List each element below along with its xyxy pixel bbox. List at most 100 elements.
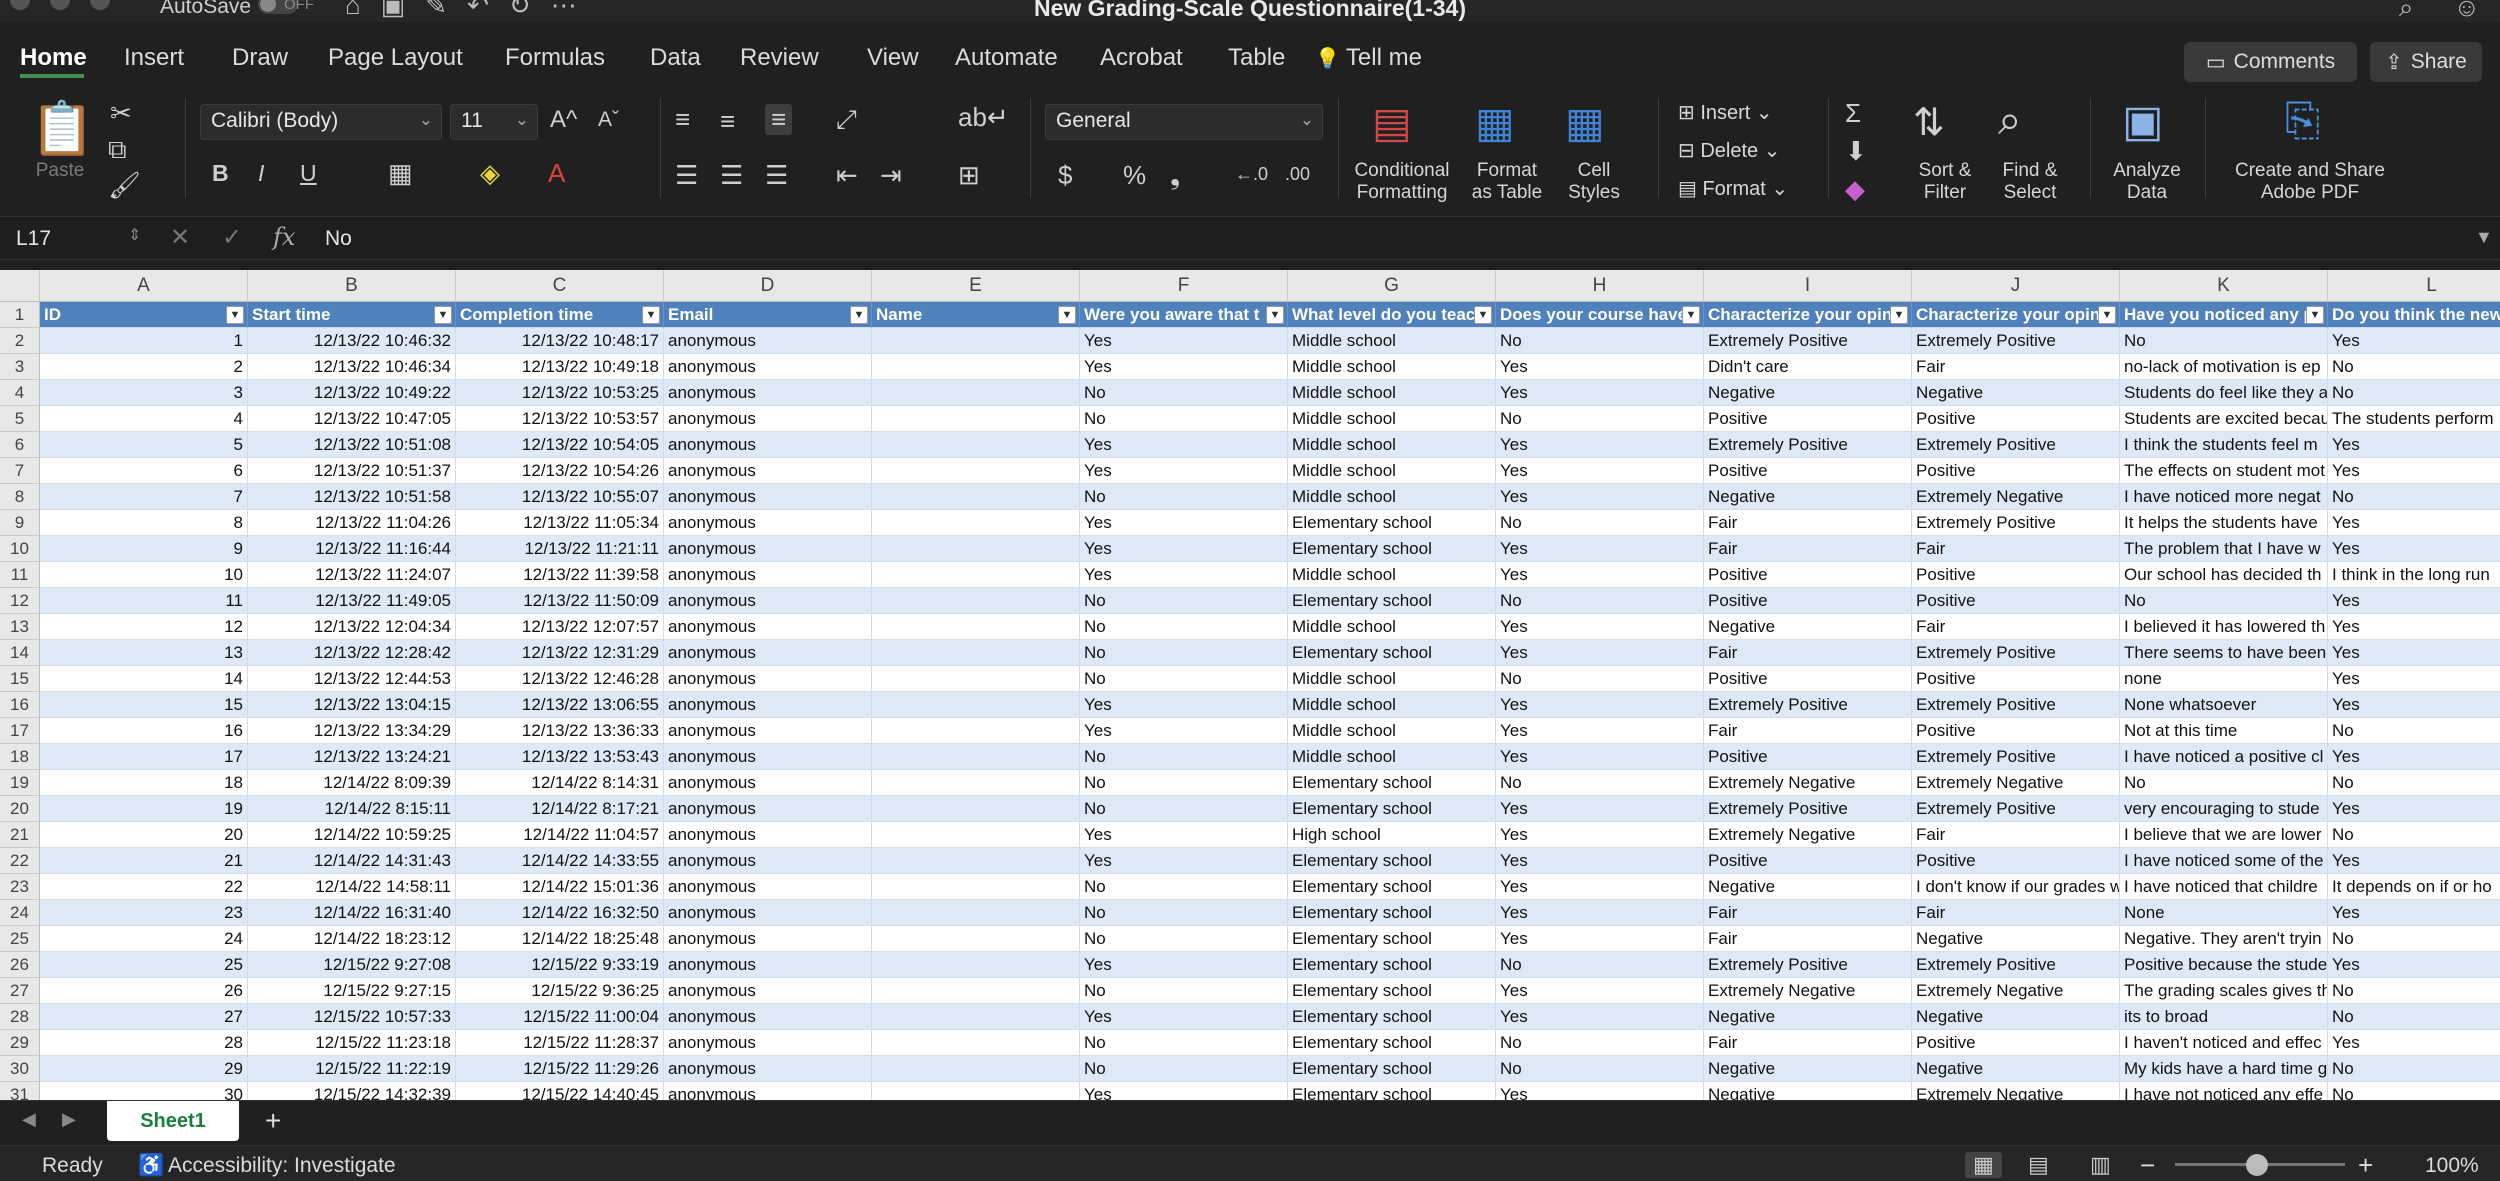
table-cell[interactable]: 12/13/22 10:55:07 [456, 484, 664, 510]
table-cell[interactable]: anonymous [664, 588, 872, 614]
table-cell[interactable]: No [2328, 978, 2500, 1004]
table-cell[interactable]: Extremely Positive [1912, 952, 2120, 978]
header-cell[interactable]: Do you think the new▼ [2328, 302, 2500, 328]
table-cell[interactable]: its to broad [2120, 1004, 2328, 1030]
create-share-pdf-label[interactable]: Create and Share Adobe PDF [2220, 160, 2400, 204]
table-cell[interactable]: 8 [40, 510, 248, 536]
table-cell[interactable]: Elementary school [1288, 1004, 1496, 1030]
table-cell[interactable]: 12/13/22 10:53:57 [456, 406, 664, 432]
table-cell[interactable]: 12/13/22 13:34:29 [248, 718, 456, 744]
table-cell[interactable]: Elementary school [1288, 1030, 1496, 1056]
table-cell[interactable]: Middle school [1288, 484, 1496, 510]
table-cell[interactable] [872, 354, 1080, 380]
table-cell[interactable]: 12/13/22 10:49:18 [456, 354, 664, 380]
table-cell[interactable]: Extremely Positive [1704, 952, 1912, 978]
table-cell[interactable]: 18 [40, 770, 248, 796]
column-header-k[interactable]: K [2120, 270, 2328, 302]
table-cell[interactable]: No [1496, 666, 1704, 692]
table-cell[interactable]: Elementary school [1288, 926, 1496, 952]
table-cell[interactable]: No [1080, 406, 1288, 432]
table-cell[interactable]: Middle school [1288, 562, 1496, 588]
table-cell[interactable]: It helps the students have [2120, 510, 2328, 536]
table-cell[interactable]: No [1080, 380, 1288, 406]
table-cell[interactable]: Yes [1080, 458, 1288, 484]
decrease-indent-icon[interactable]: ⇤ [836, 160, 858, 191]
table-cell[interactable]: I haven't noticed and effec [2120, 1030, 2328, 1056]
analyze-data-label[interactable]: Analyze Data [2102, 160, 2192, 204]
table-cell[interactable]: Students are excited becau [2120, 406, 2328, 432]
row-header[interactable]: 19 [0, 770, 40, 796]
filter-dropdown-icon[interactable]: ▼ [1266, 306, 1284, 324]
table-cell[interactable]: It depends on if or ho [2328, 874, 2500, 900]
table-cell[interactable]: 24 [40, 926, 248, 952]
table-cell[interactable]: Fair [1704, 926, 1912, 952]
table-cell[interactable]: Elementary school [1288, 770, 1496, 796]
table-cell[interactable]: Negative [1704, 1082, 1912, 1100]
table-cell[interactable]: 12/13/22 11:49:05 [248, 588, 456, 614]
fill-icon[interactable]: ⬇ [1845, 136, 1867, 167]
table-cell[interactable]: Positive [1912, 588, 2120, 614]
table-cell[interactable]: 12/13/22 11:04:26 [248, 510, 456, 536]
table-cell[interactable]: Negative [1912, 1056, 2120, 1082]
table-cell[interactable]: Yes [1080, 562, 1288, 588]
table-cell[interactable] [872, 562, 1080, 588]
orientation-icon[interactable]: ⤢ [836, 104, 857, 136]
table-cell[interactable]: No [1080, 874, 1288, 900]
table-cell[interactable]: anonymous [664, 770, 872, 796]
tab-automate[interactable]: Automate [955, 44, 1058, 72]
table-cell[interactable]: 12/13/22 13:36:33 [456, 718, 664, 744]
table-cell[interactable]: 12/13/22 10:51:08 [248, 432, 456, 458]
table-cell[interactable]: Elementary school [1288, 952, 1496, 978]
table-cell[interactable]: anonymous [664, 1082, 872, 1100]
table-cell[interactable]: None whatsoever [2120, 692, 2328, 718]
table-cell[interactable]: 12/13/22 12:31:29 [456, 640, 664, 666]
table-cell[interactable] [872, 328, 1080, 354]
table-cell[interactable]: Yes [1496, 796, 1704, 822]
table-cell[interactable]: Negative [1704, 484, 1912, 510]
table-cell[interactable]: Yes [1496, 874, 1704, 900]
row-header[interactable]: 27 [0, 978, 40, 1004]
table-cell[interactable]: anonymous [664, 510, 872, 536]
table-cell[interactable]: Yes [1496, 458, 1704, 484]
table-cell[interactable]: My kids have a hard time g [2120, 1056, 2328, 1082]
table-cell[interactable]: Elementary school [1288, 900, 1496, 926]
table-cell[interactable]: Positive [1912, 562, 2120, 588]
table-cell[interactable]: anonymous [664, 458, 872, 484]
table-cell[interactable]: No [2328, 484, 2500, 510]
table-cell[interactable]: 14 [40, 666, 248, 692]
filter-dropdown-icon[interactable]: ▼ [1682, 306, 1700, 324]
table-cell[interactable]: anonymous [664, 692, 872, 718]
table-cell[interactable]: Extremely Positive [1912, 432, 2120, 458]
cut-icon[interactable]: ✂ [110, 98, 132, 129]
worksheet-grid[interactable]: ABCDEFGHIJKL 1 2 3 4 5 6 7 8 9 10 11 12 13 14 15 16 17 18… [0, 270, 2500, 1100]
table-cell[interactable]: 1 [40, 328, 248, 354]
format-as-table-icon[interactable]: ▦ [1475, 98, 1515, 147]
name-box[interactable]: L17 [16, 227, 51, 251]
table-cell[interactable]: anonymous [664, 666, 872, 692]
insert-cells-button[interactable]: ⊞ Insert ⌄ [1678, 100, 1773, 125]
table-cell[interactable]: 12/15/22 14:32:39 [248, 1082, 456, 1100]
table-cell[interactable]: Middle school [1288, 744, 1496, 770]
table-cell[interactable]: anonymous [664, 640, 872, 666]
fill-color-icon[interactable]: ◈ [480, 158, 500, 189]
table-cell[interactable]: No [2328, 822, 2500, 848]
paste-icon[interactable]: 📋 [30, 98, 95, 159]
table-cell[interactable]: 12/14/22 16:31:40 [248, 900, 456, 926]
row-header[interactable]: 21 [0, 822, 40, 848]
table-cell[interactable]: Yes [2328, 900, 2500, 926]
table-cell[interactable]: Positive [1912, 406, 2120, 432]
table-cell[interactable]: Positive [1912, 666, 2120, 692]
table-cell[interactable]: No [1080, 926, 1288, 952]
table-cell[interactable]: 12/14/22 14:31:43 [248, 848, 456, 874]
table-cell[interactable]: No [1080, 770, 1288, 796]
table-cell[interactable]: I have noticed more negat [2120, 484, 2328, 510]
next-sheet-icon[interactable]: ▶ [62, 1109, 76, 1130]
wrap-text-icon[interactable]: ab↵ [958, 102, 1009, 133]
account-icon[interactable]: ☺ [2453, 0, 2480, 24]
row-header[interactable]: 4 [0, 380, 40, 406]
table-cell[interactable]: 12/15/22 9:27:15 [248, 978, 456, 1004]
table-cell[interactable] [872, 770, 1080, 796]
table-cell[interactable]: 23 [40, 900, 248, 926]
table-cell[interactable]: Elementary school [1288, 1056, 1496, 1082]
table-cell[interactable]: No [1080, 796, 1288, 822]
